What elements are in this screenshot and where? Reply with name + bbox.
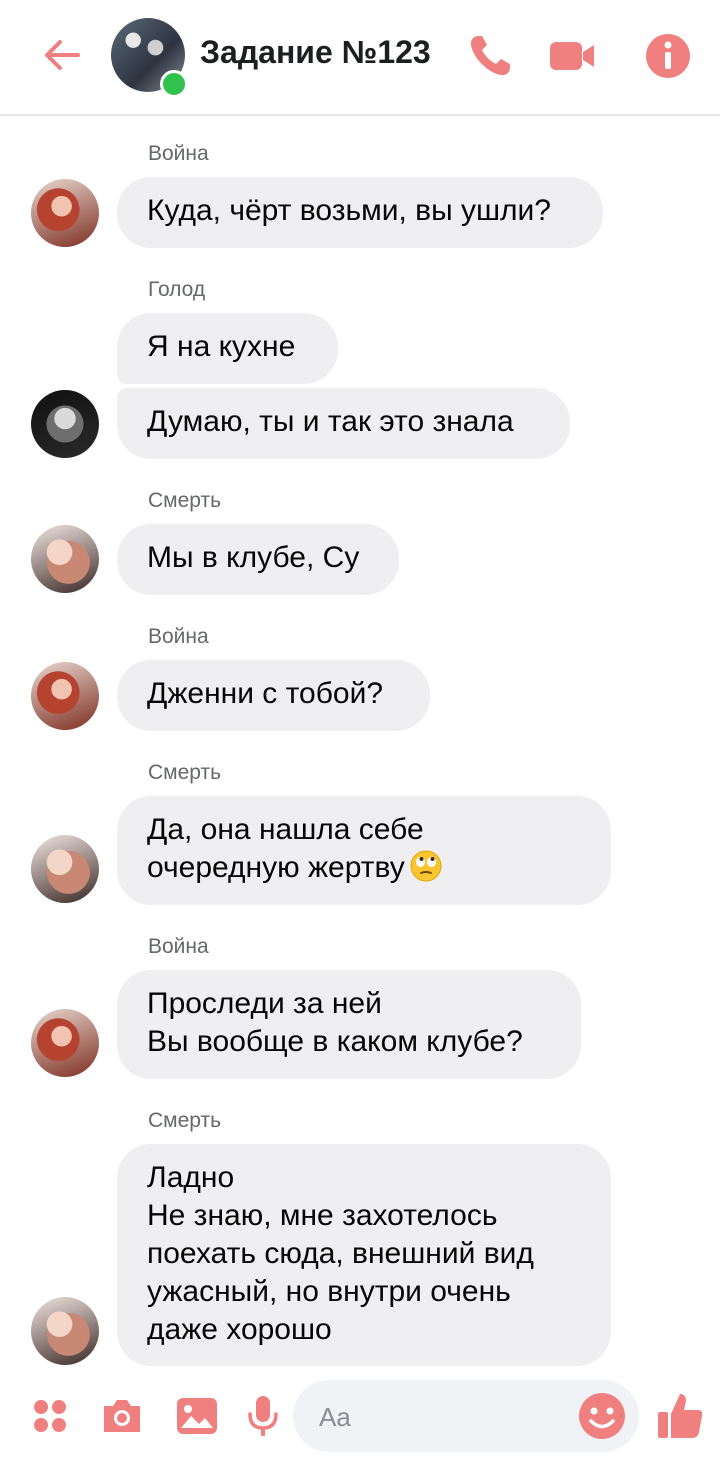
sender-name: Война — [148, 625, 209, 648]
avatar-war[interactable] — [31, 1009, 99, 1077]
message-input[interactable] — [317, 1380, 571, 1454]
message-line: Дженни с тобой? — [147, 677, 384, 710]
online-status-dot — [160, 70, 188, 98]
message-bubble[interactable]: Думаю, ты и так это знала — [117, 388, 570, 459]
sender-name: Смерть — [148, 489, 222, 512]
message-line: Думаю, ты и так это знала — [147, 405, 514, 438]
avatar-hunger[interactable] — [31, 390, 99, 458]
message-bubble[interactable]: Ладно Не знаю, мне захотелось поехать сю… — [117, 1144, 611, 1366]
avatar-war[interactable] — [31, 179, 99, 247]
message-bubble[interactable]: Куда, чёрт возьми, вы ушли? — [117, 177, 603, 248]
thumbs-up-icon[interactable] — [654, 1390, 706, 1442]
message-line: Да, она нашла себе — [147, 813, 424, 846]
rolling-eyes-emoji-icon — [410, 850, 442, 882]
back-arrow-icon[interactable] — [38, 30, 88, 80]
info-icon[interactable] — [642, 30, 694, 82]
message-bubble[interactable]: Да, она нашла себе очередную жертву — [117, 796, 611, 905]
chat-title[interactable]: Задание №123 — [200, 34, 431, 71]
message-line: Я на кухне — [147, 330, 296, 363]
message-line-with-emoji: очередную жертву — [147, 849, 581, 887]
sender-name: Война — [148, 142, 209, 165]
message-line: Куда, чёрт возьми, вы ушли? — [147, 194, 551, 227]
sender-name: Смерть — [148, 1109, 222, 1132]
image-icon[interactable] — [173, 1392, 221, 1440]
message-input-box[interactable] — [293, 1380, 639, 1454]
apps-icon[interactable] — [26, 1392, 74, 1440]
sender-name: Смерть — [148, 761, 222, 784]
message-bubble[interactable]: Я на кухне — [117, 313, 338, 384]
message-composer — [0, 1372, 720, 1460]
message-line: поехать сюда, внешний вид — [147, 1237, 534, 1270]
phone-call-icon[interactable] — [464, 30, 516, 82]
message-bubble[interactable]: Дженни с тобой? — [117, 660, 430, 731]
microphone-icon[interactable] — [239, 1392, 287, 1440]
message-bubble[interactable]: Проследи за ней Вы вообще в каком клубе? — [117, 970, 581, 1079]
message-line: очередную жертву — [147, 851, 405, 884]
sender-name: Война — [148, 935, 209, 958]
message-line: даже хорошо — [147, 1313, 332, 1346]
message-line: Мы в клубе, Су — [147, 541, 360, 574]
message-line: ужасный, но внутри очень — [147, 1275, 511, 1308]
avatar-death[interactable] — [31, 835, 99, 903]
smile-icon[interactable] — [576, 1390, 628, 1442]
camera-icon[interactable] — [98, 1392, 146, 1440]
avatar-death[interactable] — [31, 525, 99, 593]
video-call-icon[interactable] — [546, 30, 598, 82]
message-bubble[interactable]: Мы в клубе, Су — [117, 524, 399, 595]
chat-header: Задание №123 — [0, 0, 720, 116]
message-line: Проследи за ней — [147, 987, 382, 1020]
message-line: Не знаю, мне захотелось — [147, 1199, 498, 1232]
message-line: Ладно — [147, 1161, 235, 1194]
avatar-war[interactable] — [31, 662, 99, 730]
sender-name: Голод — [148, 278, 206, 301]
message-line: Вы вообще в каком клубе? — [147, 1025, 523, 1058]
avatar-death[interactable] — [31, 1297, 99, 1365]
